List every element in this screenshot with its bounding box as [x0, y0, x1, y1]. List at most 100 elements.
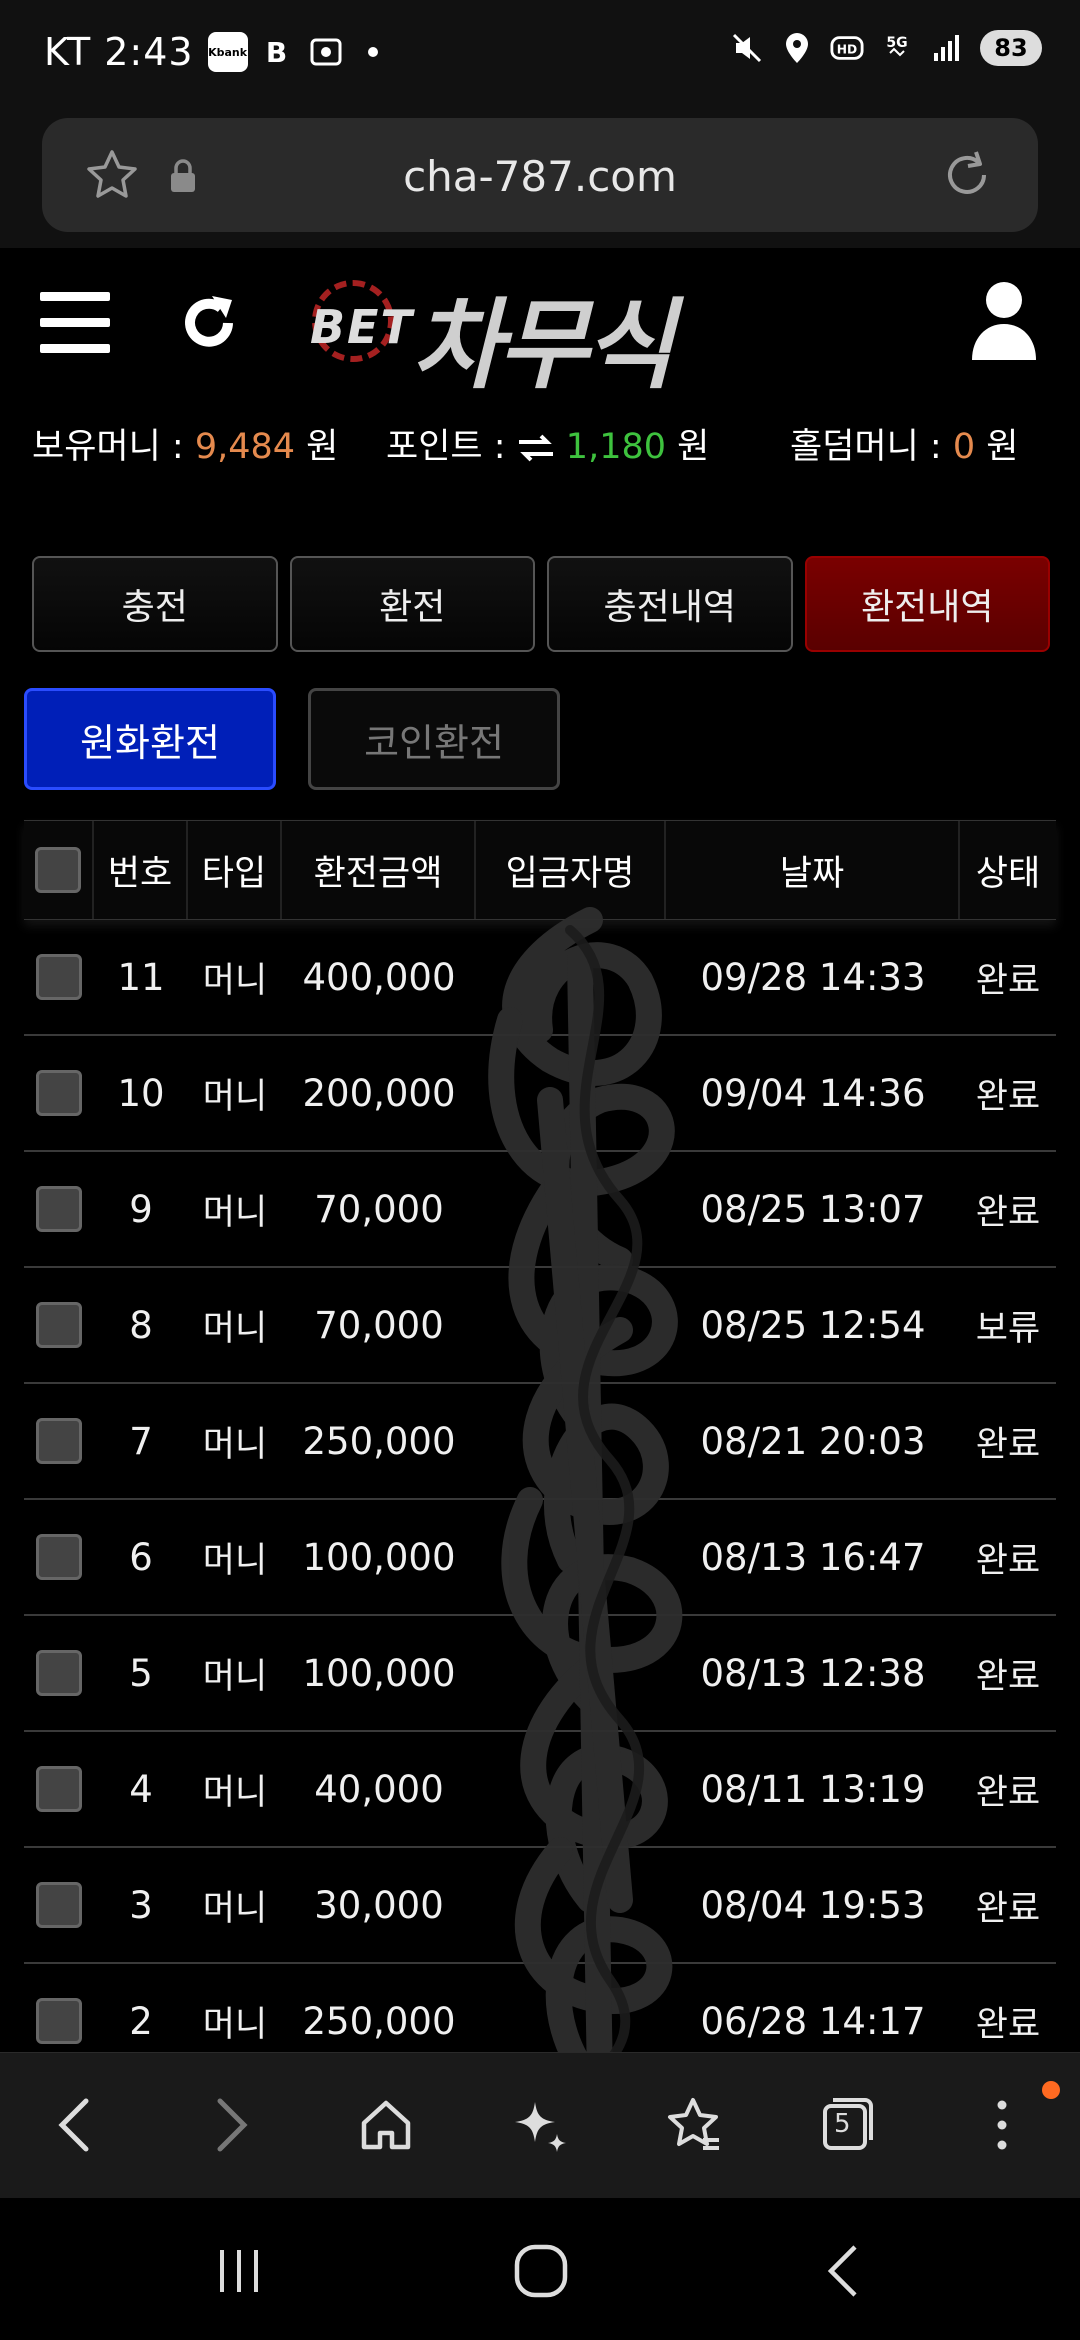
select-all-checkbox[interactable] — [35, 847, 81, 893]
exchange-arrows-icon[interactable] — [517, 427, 566, 467]
tabs-icon[interactable]: 5 — [812, 2089, 884, 2161]
row-checkbox[interactable] — [36, 1998, 82, 2044]
refresh-icon[interactable] — [176, 290, 242, 356]
hamburger-menu-icon[interactable] — [40, 292, 110, 354]
svg-text:HD: HD — [837, 43, 857, 57]
system-home-icon[interactable] — [506, 2236, 576, 2306]
money-value: 9,484 — [194, 427, 296, 467]
row-checkbox[interactable] — [36, 1882, 82, 1928]
address-bar[interactable]: cha-787.com — [42, 118, 1038, 232]
cell-date: 08/04 19:53 — [700, 1883, 926, 1927]
reload-icon[interactable] — [936, 144, 998, 206]
holdem-value: 0 — [952, 427, 976, 467]
mute-icon — [730, 31, 764, 65]
header-no: 번호 — [94, 821, 188, 919]
table-row[interactable]: 6 머니 100,000 08/13 16:47 완료 — [24, 1500, 1056, 1616]
row-checkbox-cell — [24, 1036, 94, 1150]
row-checkbox-cell — [24, 1268, 94, 1382]
row-checkbox[interactable] — [36, 1186, 82, 1232]
system-back-icon[interactable] — [808, 2236, 878, 2306]
site-logo[interactable]: BET 차무식 — [300, 262, 770, 403]
point-value: 1,180 — [565, 427, 666, 467]
row-checkbox[interactable] — [36, 1302, 82, 1348]
cell-date: 08/25 12:54 — [700, 1303, 926, 1347]
cell-status: 보류 — [975, 1308, 1041, 1349]
cell-status: 완료 — [975, 1192, 1041, 1233]
table-header: 번호 타입 환전금액 입금자명 날짜 상태 — [24, 820, 1056, 920]
cell-depositor — [476, 1616, 666, 1730]
svg-text:5G: 5G — [886, 35, 907, 51]
row-checkbox[interactable] — [36, 1766, 82, 1812]
subtab-coin-withdraw[interactable]: 코인환전 — [308, 688, 560, 790]
cell-date: 08/21 20:03 — [700, 1419, 926, 1463]
cell-no: 10 — [117, 1071, 165, 1115]
cell-amount: 100,000 — [302, 1535, 456, 1579]
row-checkbox[interactable] — [36, 1534, 82, 1580]
screenshot-icon — [306, 32, 346, 72]
forward-arrow-icon[interactable] — [196, 2089, 268, 2161]
cell-no: 7 — [129, 1419, 153, 1463]
cell-status: 완료 — [975, 1656, 1041, 1697]
tab-withdraw[interactable]: 환전 — [289, 556, 535, 652]
cell-type: 머니 — [202, 1540, 268, 1581]
header-date: 날짜 — [666, 821, 960, 919]
cell-date: 09/28 14:33 — [700, 955, 926, 999]
cell-no: 4 — [129, 1767, 153, 1811]
cell-depositor — [476, 1384, 666, 1498]
bookmarks-star-icon[interactable] — [658, 2089, 730, 2161]
select-all-cell — [24, 821, 94, 919]
cell-date: 09/04 14:36 — [700, 1071, 926, 1115]
b-app-icon: B — [265, 35, 288, 69]
cell-no: 11 — [117, 955, 165, 999]
home-icon[interactable] — [350, 2089, 422, 2161]
cell-date: 08/13 16:47 — [700, 1535, 926, 1579]
cell-type: 머니 — [202, 1772, 268, 1813]
back-arrow-icon[interactable] — [38, 2089, 110, 2161]
cell-status: 완료 — [975, 1076, 1041, 1117]
table-row[interactable]: 7 머니 250,000 08/21 20:03 완료 — [24, 1384, 1056, 1500]
balance-row: 보유머니 : 9,484 원 포인트 : 1,180 원 홀덤머니 : 0 원 — [0, 408, 1080, 478]
table-body: 11 머니 400,000 09/28 14:33 완료 10 머니 200,000 09/04… — [24, 920, 1056, 2080]
tab-deposit-history[interactable]: 충전내역 — [547, 556, 793, 652]
table-row[interactable]: 3 머니 30,000 08/04 19:53 완료 — [24, 1848, 1056, 1964]
subtab-krw-withdraw[interactable]: 원화환전 — [24, 688, 276, 790]
hd-icon: HD — [830, 31, 864, 65]
tab-count: 5 — [834, 2109, 851, 2139]
menu-notification-dot — [1042, 2081, 1060, 2099]
point-balance[interactable]: 포인트 : 1,180 원 — [386, 418, 709, 469]
table-row[interactable]: 5 머니 100,000 08/13 12:38 완료 — [24, 1616, 1056, 1732]
row-checkbox-cell — [24, 1384, 94, 1498]
tab-withdraw-history[interactable]: 환전내역 — [804, 556, 1050, 652]
tab-deposit[interactable]: 충전 — [32, 556, 278, 652]
cell-type: 머니 — [202, 1424, 268, 1465]
cell-amount: 100,000 — [302, 1651, 456, 1695]
table-row[interactable]: 11 머니 400,000 09/28 14:33 완료 — [24, 920, 1056, 1036]
table-row[interactable]: 8 머니 70,000 08/25 12:54 보류 — [24, 1268, 1056, 1384]
more-menu-icon[interactable] — [966, 2089, 1038, 2161]
row-checkbox[interactable] — [36, 1650, 82, 1696]
row-checkbox[interactable] — [36, 1070, 82, 1116]
url-text[interactable]: cha-787.com — [42, 152, 1038, 201]
cell-no: 9 — [129, 1187, 153, 1231]
sparkle-icon[interactable] — [504, 2089, 576, 2161]
row-checkbox-cell — [24, 1152, 94, 1266]
cell-depositor — [476, 1732, 666, 1846]
row-checkbox-cell — [24, 920, 94, 1034]
table-row[interactable]: 9 머니 70,000 08/25 13:07 완료 — [24, 1152, 1056, 1268]
cell-status: 완료 — [975, 1540, 1041, 1581]
row-checkbox-cell — [24, 1732, 94, 1846]
cell-amount: 400,000 — [302, 955, 456, 999]
cell-type: 머니 — [202, 1308, 268, 1349]
cell-type: 머니 — [202, 1192, 268, 1233]
row-checkbox[interactable] — [36, 954, 82, 1000]
money-balance: 보유머니 : 9,484 원 — [32, 427, 339, 467]
recent-apps-icon[interactable] — [204, 2236, 274, 2306]
cell-depositor — [476, 1152, 666, 1266]
cell-depositor — [476, 1500, 666, 1614]
table-row[interactable]: 10 머니 200,000 09/04 14:36 완료 — [24, 1036, 1056, 1152]
cell-date: 08/13 12:38 — [700, 1651, 926, 1695]
location-icon — [780, 31, 814, 65]
row-checkbox[interactable] — [36, 1418, 82, 1464]
table-row[interactable]: 4 머니 40,000 08/11 13:19 완료 — [24, 1732, 1056, 1848]
user-profile-icon[interactable] — [968, 278, 1040, 362]
